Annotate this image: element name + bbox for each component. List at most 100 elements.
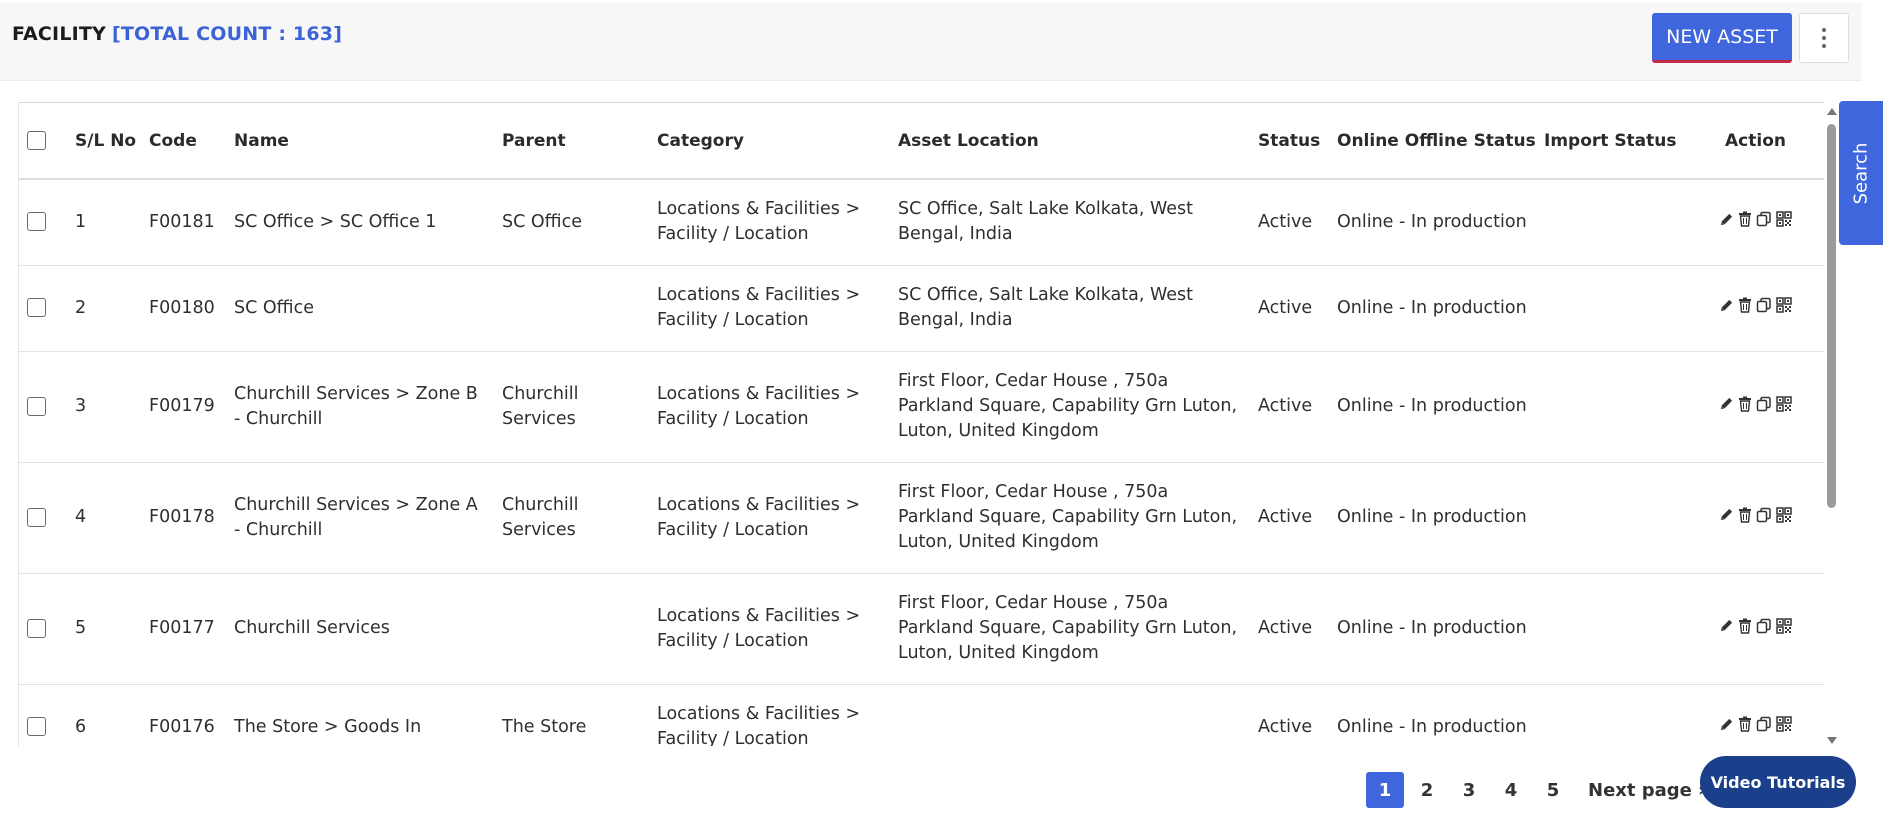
- action-cell: [1686, 684, 1824, 746]
- table-row[interactable]: 2 F00180 SC Office Locations & Facilities >…: [19, 265, 1824, 352]
- table-header-row: S/L No Code Name Parent Category Asset L…: [19, 103, 1824, 180]
- delete-icon[interactable]: [1738, 396, 1752, 412]
- delete-icon[interactable]: [1738, 211, 1752, 227]
- table-row[interactable]: 3 F00179 Churchill Services > Zone B - Chu…: [19, 351, 1824, 463]
- page-1-button[interactable]: 1: [1366, 772, 1404, 808]
- copy-icon[interactable]: [1756, 297, 1772, 313]
- row-checkbox[interactable]: [27, 212, 46, 232]
- parent-cell: SC Office: [494, 179, 649, 266]
- more-options-icon[interactable]: [1799, 13, 1849, 63]
- qr-code-icon[interactable]: [1776, 395, 1792, 412]
- title-text: FACILITY: [12, 23, 107, 45]
- import-status-cell: [1536, 573, 1686, 685]
- row-checkbox[interactable]: [27, 298, 46, 317]
- video-tutorials-button[interactable]: Video Tutorials: [1700, 756, 1856, 808]
- table-row[interactable]: 4 F00178 Churchill Services > Zone A - Chu…: [19, 462, 1824, 574]
- online-status-cell: Online - In production: [1329, 179, 1536, 266]
- delete-icon[interactable]: [1738, 618, 1752, 634]
- edit-icon[interactable]: [1719, 212, 1734, 227]
- location-cell: First Floor, Cedar House , 750a Parkland…: [890, 351, 1250, 463]
- location-cell: [890, 684, 1250, 746]
- delete-icon[interactable]: [1738, 297, 1752, 313]
- column-header[interactable]: Status: [1250, 103, 1329, 180]
- column-header[interactable]: Parent: [494, 103, 649, 180]
- scroll-up-icon[interactable]: [1827, 108, 1837, 115]
- table-row[interactable]: 6 F00176 The Store > Goods In The Store Loca…: [19, 684, 1824, 746]
- code-cell: F00177: [141, 573, 226, 685]
- select-all-checkbox[interactable]: [27, 131, 46, 150]
- column-header[interactable]: Name: [226, 103, 494, 180]
- delete-icon[interactable]: [1738, 507, 1752, 523]
- asset-table: S/L No Code Name Parent Category Asset L…: [18, 102, 1824, 746]
- page-4-button[interactable]: 4: [1492, 772, 1530, 808]
- action-cell: [1686, 573, 1824, 685]
- new-asset-button[interactable]: NEW ASSET: [1652, 13, 1792, 63]
- row-select-cell: [19, 351, 67, 463]
- page-3-button[interactable]: 3: [1450, 772, 1488, 808]
- category-cell: Locations & Facilities > Facility / Loca…: [649, 573, 890, 685]
- action-cell: [1686, 179, 1824, 266]
- qr-code-icon[interactable]: [1776, 297, 1792, 313]
- column-header[interactable]: Online Offline Status: [1329, 103, 1536, 180]
- table-row[interactable]: 1 F00181 SC Office > SC Office 1 SC Office L…: [19, 179, 1824, 266]
- row-checkbox[interactable]: [27, 618, 46, 638]
- row-select-cell: [19, 684, 67, 746]
- page-header: FACILITY [TOTAL COUNT : 163] NEW ASSET: [0, 3, 1862, 81]
- column-header[interactable]: Asset Location: [890, 103, 1250, 180]
- edit-icon[interactable]: [1719, 396, 1734, 411]
- column-header[interactable]: Category: [649, 103, 890, 180]
- edit-icon[interactable]: [1719, 298, 1734, 313]
- page-5-button[interactable]: 5: [1534, 772, 1572, 808]
- parent-cell: [494, 573, 649, 685]
- row-checkbox[interactable]: [27, 507, 46, 527]
- code-cell: F00178: [141, 462, 226, 574]
- copy-icon[interactable]: [1756, 716, 1772, 732]
- scrollbar-thumb[interactable]: [1827, 124, 1836, 508]
- table-row[interactable]: 5 F00177 Churchill Services Locations & Fac…: [19, 573, 1824, 685]
- edit-icon[interactable]: [1719, 507, 1734, 522]
- page-2-button[interactable]: 2: [1408, 772, 1446, 808]
- copy-icon[interactable]: [1756, 396, 1772, 412]
- copy-icon[interactable]: [1756, 618, 1772, 634]
- status-cell: Active: [1250, 179, 1329, 266]
- edit-icon[interactable]: [1719, 717, 1734, 732]
- edit-icon[interactable]: [1719, 618, 1734, 633]
- copy-icon[interactable]: [1756, 507, 1772, 523]
- location-cell: SC Office, Salt Lake Kolkata, West Benga…: [890, 265, 1250, 352]
- sl-no-cell: 1: [67, 179, 141, 266]
- name-cell: SC Office > SC Office 1: [226, 179, 494, 266]
- action-cell: [1686, 351, 1824, 463]
- total-count: [TOTAL COUNT : 163]: [112, 23, 343, 45]
- category-cell: Locations & Facilities > Facility / Loca…: [649, 265, 890, 352]
- column-header[interactable]: Code: [141, 103, 226, 180]
- row-select-cell: [19, 179, 67, 266]
- row-checkbox[interactable]: [27, 396, 46, 416]
- category-cell: Locations & Facilities > Facility / Loca…: [649, 351, 890, 463]
- qr-code-icon[interactable]: [1776, 211, 1792, 227]
- select-all-cell: [19, 103, 67, 180]
- column-header[interactable]: S/L No: [67, 103, 141, 180]
- sl-no-cell: 5: [67, 573, 141, 685]
- row-checkbox[interactable]: [27, 717, 46, 736]
- name-cell: SC Office: [226, 265, 494, 352]
- vertical-scrollbar[interactable]: [1824, 106, 1838, 746]
- action-cell: [1686, 462, 1824, 574]
- online-status-cell: Online - In production: [1329, 265, 1536, 352]
- parent-cell: [494, 265, 649, 352]
- status-cell: Active: [1250, 573, 1329, 685]
- column-header[interactable]: Import Status: [1536, 103, 1686, 180]
- qr-code-icon[interactable]: [1776, 506, 1792, 523]
- search-side-tab[interactable]: Search: [1839, 101, 1883, 245]
- sl-no-cell: 2: [67, 265, 141, 352]
- sl-no-cell: 6: [67, 684, 141, 746]
- import-status-cell: [1536, 351, 1686, 463]
- next-page-link[interactable]: Next page »: [1588, 780, 1710, 801]
- import-status-cell: [1536, 462, 1686, 574]
- copy-icon[interactable]: [1756, 211, 1772, 227]
- sl-no-cell: 3: [67, 351, 141, 463]
- qr-code-icon[interactable]: [1776, 617, 1792, 634]
- scroll-down-icon[interactable]: [1827, 737, 1837, 744]
- delete-icon[interactable]: [1738, 716, 1752, 732]
- qr-code-icon[interactable]: [1776, 716, 1792, 732]
- online-status-cell: Online - In production: [1329, 462, 1536, 574]
